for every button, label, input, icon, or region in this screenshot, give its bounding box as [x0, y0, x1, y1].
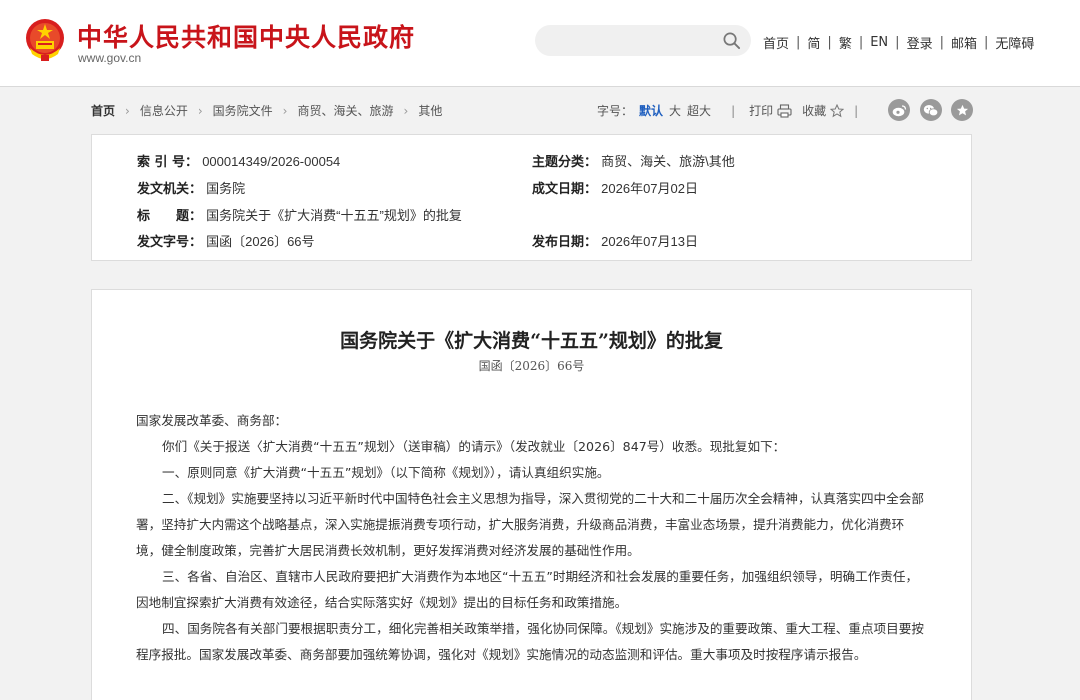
- nav-simplified-link[interactable]: 简: [807, 33, 820, 52]
- article-paragraph: 你们《关于报送〈扩大消费“十五五”规划〉（送审稿）的请示》（发改就业〔2026〕…: [162, 439, 786, 454]
- nav-separator: |: [939, 35, 944, 50]
- star-outline-icon[interactable]: [830, 103, 845, 118]
- breadcrumb-item-info[interactable]: 信息公开: [140, 102, 188, 119]
- meta-published-label: 发布日期：: [532, 235, 598, 250]
- fontsize-xlarge-option[interactable]: 超大: [687, 102, 711, 119]
- breadcrumb-separator: ›: [125, 103, 130, 118]
- meta-created-label: 成文日期：: [532, 182, 598, 197]
- nav-separator: |: [983, 35, 989, 50]
- search-input[interactable]: [549, 25, 719, 56]
- document-meta-box: 索 引 号： 000014349/2026-00054 主题分类： 商贸、海关、…: [91, 134, 972, 261]
- wechat-icon: [923, 104, 939, 116]
- breadcrumb-separator: ›: [197, 103, 203, 118]
- weibo-share-button[interactable]: [888, 99, 910, 121]
- top-nav: 首页 | 简 | 繁 | EN | 登录 | 邮箱 | 无障碍: [763, 33, 1034, 52]
- nav-separator: |: [895, 35, 900, 50]
- meta-issuer-label: 发文机关：: [137, 182, 203, 197]
- meta-created-row: 成文日期： 2026年07月02日: [532, 178, 698, 197]
- site-header: 中华人民共和国中央人民政府 www.gov.cn 首页 | 简 | 繁 | EN…: [0, 0, 1080, 87]
- printer-icon[interactable]: [777, 103, 792, 118]
- article-title: 国务院关于《扩大消费“十五五”规划》的批复: [340, 330, 723, 352]
- star-icon: [956, 104, 968, 115]
- meta-docno-row: 发文字号： 国函〔2026〕66号: [137, 231, 315, 250]
- meta-created-value: 2026年07月02日: [601, 181, 698, 196]
- nav-english-link[interactable]: EN: [870, 35, 888, 50]
- nav-traditional-link[interactable]: 繁: [839, 33, 852, 52]
- print-button[interactable]: 打印: [749, 102, 773, 119]
- meta-index-row: 索 引 号： 000014349/2026-00054: [137, 151, 340, 170]
- meta-title-label: 标 题：: [137, 209, 203, 224]
- print-label: 打印: [749, 104, 774, 118]
- nav-home-link[interactable]: 首页: [763, 33, 789, 52]
- meta-topic-row: 主题分类： 商贸、海关、旅游\其他: [532, 151, 735, 170]
- meta-index-value: 000014349/2026-00054: [202, 154, 341, 169]
- breadcrumb-item-docs[interactable]: 国务院文件: [213, 102, 273, 119]
- meta-issuer-value: 国务院: [206, 181, 246, 196]
- meta-issuer-row: 发文机关： 国务院: [137, 178, 245, 197]
- fontsize-default-option[interactable]: 默认: [639, 102, 663, 119]
- nav-login-link[interactable]: 登录: [907, 33, 933, 52]
- wechat-share-button[interactable]: [920, 99, 942, 121]
- article-paragraph: 三、各省、自治区、直辖市人民政府要把扩大消费作为本地区“十五五”时期经济和社会发…: [136, 569, 919, 610]
- fontsize-large-option[interactable]: 大: [669, 102, 681, 119]
- article-paragraph: 二、《规划》实施要坚持以习近平新时代中国特色社会主义思想为指导，深入贯彻党的二十…: [136, 491, 924, 558]
- article-paragraph: 四、国务院各有关部门要根据职责分工，细化完善相关政策举措，强化协同保障。《规划》…: [136, 621, 924, 662]
- article-body: 国家发展改革委、商务部： 你们《关于报送〈扩大消费“十五五”规划〉（送审稿）的请…: [136, 408, 926, 668]
- nav-separator: |: [796, 35, 801, 50]
- meta-docno-label: 发文字号：: [137, 235, 203, 250]
- search-icon[interactable]: [722, 31, 741, 50]
- favorite-share-button[interactable]: [951, 99, 973, 121]
- breadcrumb-separator: ›: [282, 103, 288, 118]
- meta-topic-value: 商贸、海关、旅游\其他: [601, 154, 735, 169]
- fontsize-label: 字号：: [597, 104, 634, 118]
- site-title[interactable]: 中华人民共和国中央人民政府: [77, 18, 415, 54]
- site-url: www.gov.cn: [78, 51, 142, 65]
- meta-docno-value: 国函〔2026〕66号: [206, 234, 315, 249]
- breadcrumb-item-current[interactable]: 其他: [418, 102, 442, 119]
- meta-title-value: 国务院关于《扩大消费“十五五”规划》的批复: [206, 208, 462, 223]
- search-box: [535, 25, 751, 56]
- tools-separator: |: [854, 103, 859, 118]
- meta-index-label: 索 引 号：: [137, 155, 199, 170]
- article-paragraph: 一、原则同意《扩大消费“十五五”规划》（以下简称《规划》），请认真组织实施。: [162, 465, 610, 480]
- page-tools: 字号： 默认 大 超大 | 打印 收藏 |: [597, 102, 872, 119]
- meta-published-row: 发布日期： 2026年07月13日: [532, 231, 698, 250]
- nav-accessibility-link[interactable]: 无障碍: [995, 33, 1034, 52]
- article-container: 国务院关于《扩大消费“十五五”规划》的批复 国函〔2026〕66号 国家发展改革…: [91, 289, 972, 700]
- favorite-label: 收藏: [802, 104, 827, 118]
- national-emblem-icon[interactable]: [24, 18, 66, 62]
- breadcrumb-item-home[interactable]: 首页: [91, 102, 115, 119]
- breadcrumb: 首页 › 信息公开 › 国务院文件 › 商贸、海关、旅游 › 其他: [91, 102, 442, 119]
- nav-separator: |: [827, 35, 832, 50]
- breadcrumb-item-category[interactable]: 商贸、海关、旅游: [297, 102, 393, 119]
- article-docno: 国函〔2026〕66号: [478, 359, 585, 373]
- meta-topic-label: 主题分类：: [532, 155, 598, 170]
- meta-published-value: 2026年07月13日: [601, 234, 698, 249]
- weibo-icon: [892, 104, 906, 116]
- tools-separator: |: [731, 103, 736, 118]
- nav-mail-link[interactable]: 邮箱: [951, 33, 977, 52]
- favorite-button[interactable]: 收藏: [802, 102, 826, 119]
- article-salutation: 国家发展改革委、商务部：: [136, 413, 288, 428]
- breadcrumb-separator: ›: [403, 103, 409, 118]
- nav-separator: |: [858, 35, 864, 50]
- meta-title-row: 标 题： 国务院关于《扩大消费“十五五”规划》的批复: [137, 205, 462, 224]
